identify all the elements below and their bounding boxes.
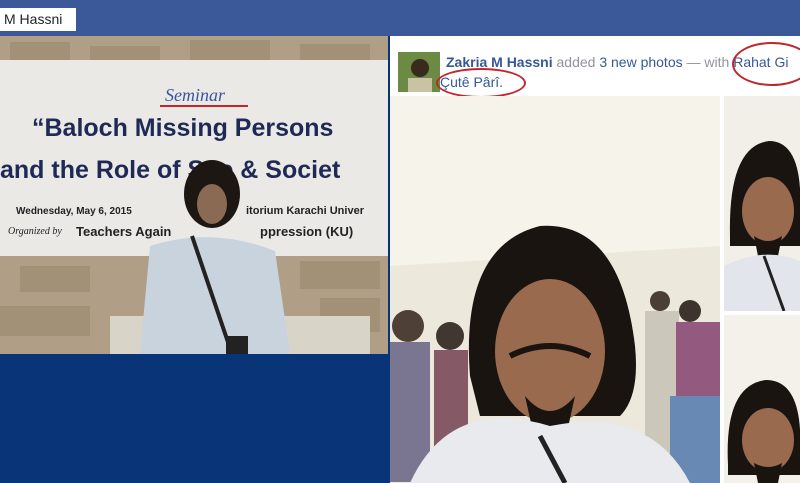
- highlight-circle-2: [436, 68, 526, 98]
- author-avatar[interactable]: [398, 52, 440, 92]
- seminar-photo[interactable]: Seminar “Baloch Missing Persons and the …: [0, 36, 388, 354]
- top-bar: M Hassni: [0, 0, 800, 36]
- selfie-photo-2[interactable]: [724, 96, 800, 311]
- highlight-circle-1: [732, 42, 800, 86]
- banner-title-line1: “Baloch Missing Persons: [32, 114, 333, 142]
- left-empty-area: [0, 354, 388, 483]
- photos-count-link[interactable]: 3 new photos: [599, 54, 682, 70]
- profile-name-tab[interactable]: M Hassni: [0, 8, 76, 31]
- banner-organizer-tail: ppression (KU): [260, 224, 353, 239]
- banner-organized-label: Organized by: [8, 226, 62, 237]
- author-link[interactable]: Zakria M Hassni: [446, 54, 553, 70]
- banner-eyebrow: Seminar: [165, 85, 226, 105]
- banner-venue: itorium Karachi Univer: [246, 205, 365, 217]
- with-text: — with: [686, 54, 730, 70]
- photo-post: Zakria M Hassni added 3 new photos — wit…: [390, 36, 800, 483]
- banner-date: Wednesday, May 6, 2015: [16, 206, 132, 217]
- banner-organizer: Teachers Again: [76, 224, 171, 239]
- selfie-photo-main[interactable]: [390, 96, 720, 483]
- selfie-photo-3[interactable]: [724, 315, 800, 483]
- banner-title-line2: and the Role of S te & Societ: [0, 156, 341, 184]
- post-action: added: [556, 54, 596, 70]
